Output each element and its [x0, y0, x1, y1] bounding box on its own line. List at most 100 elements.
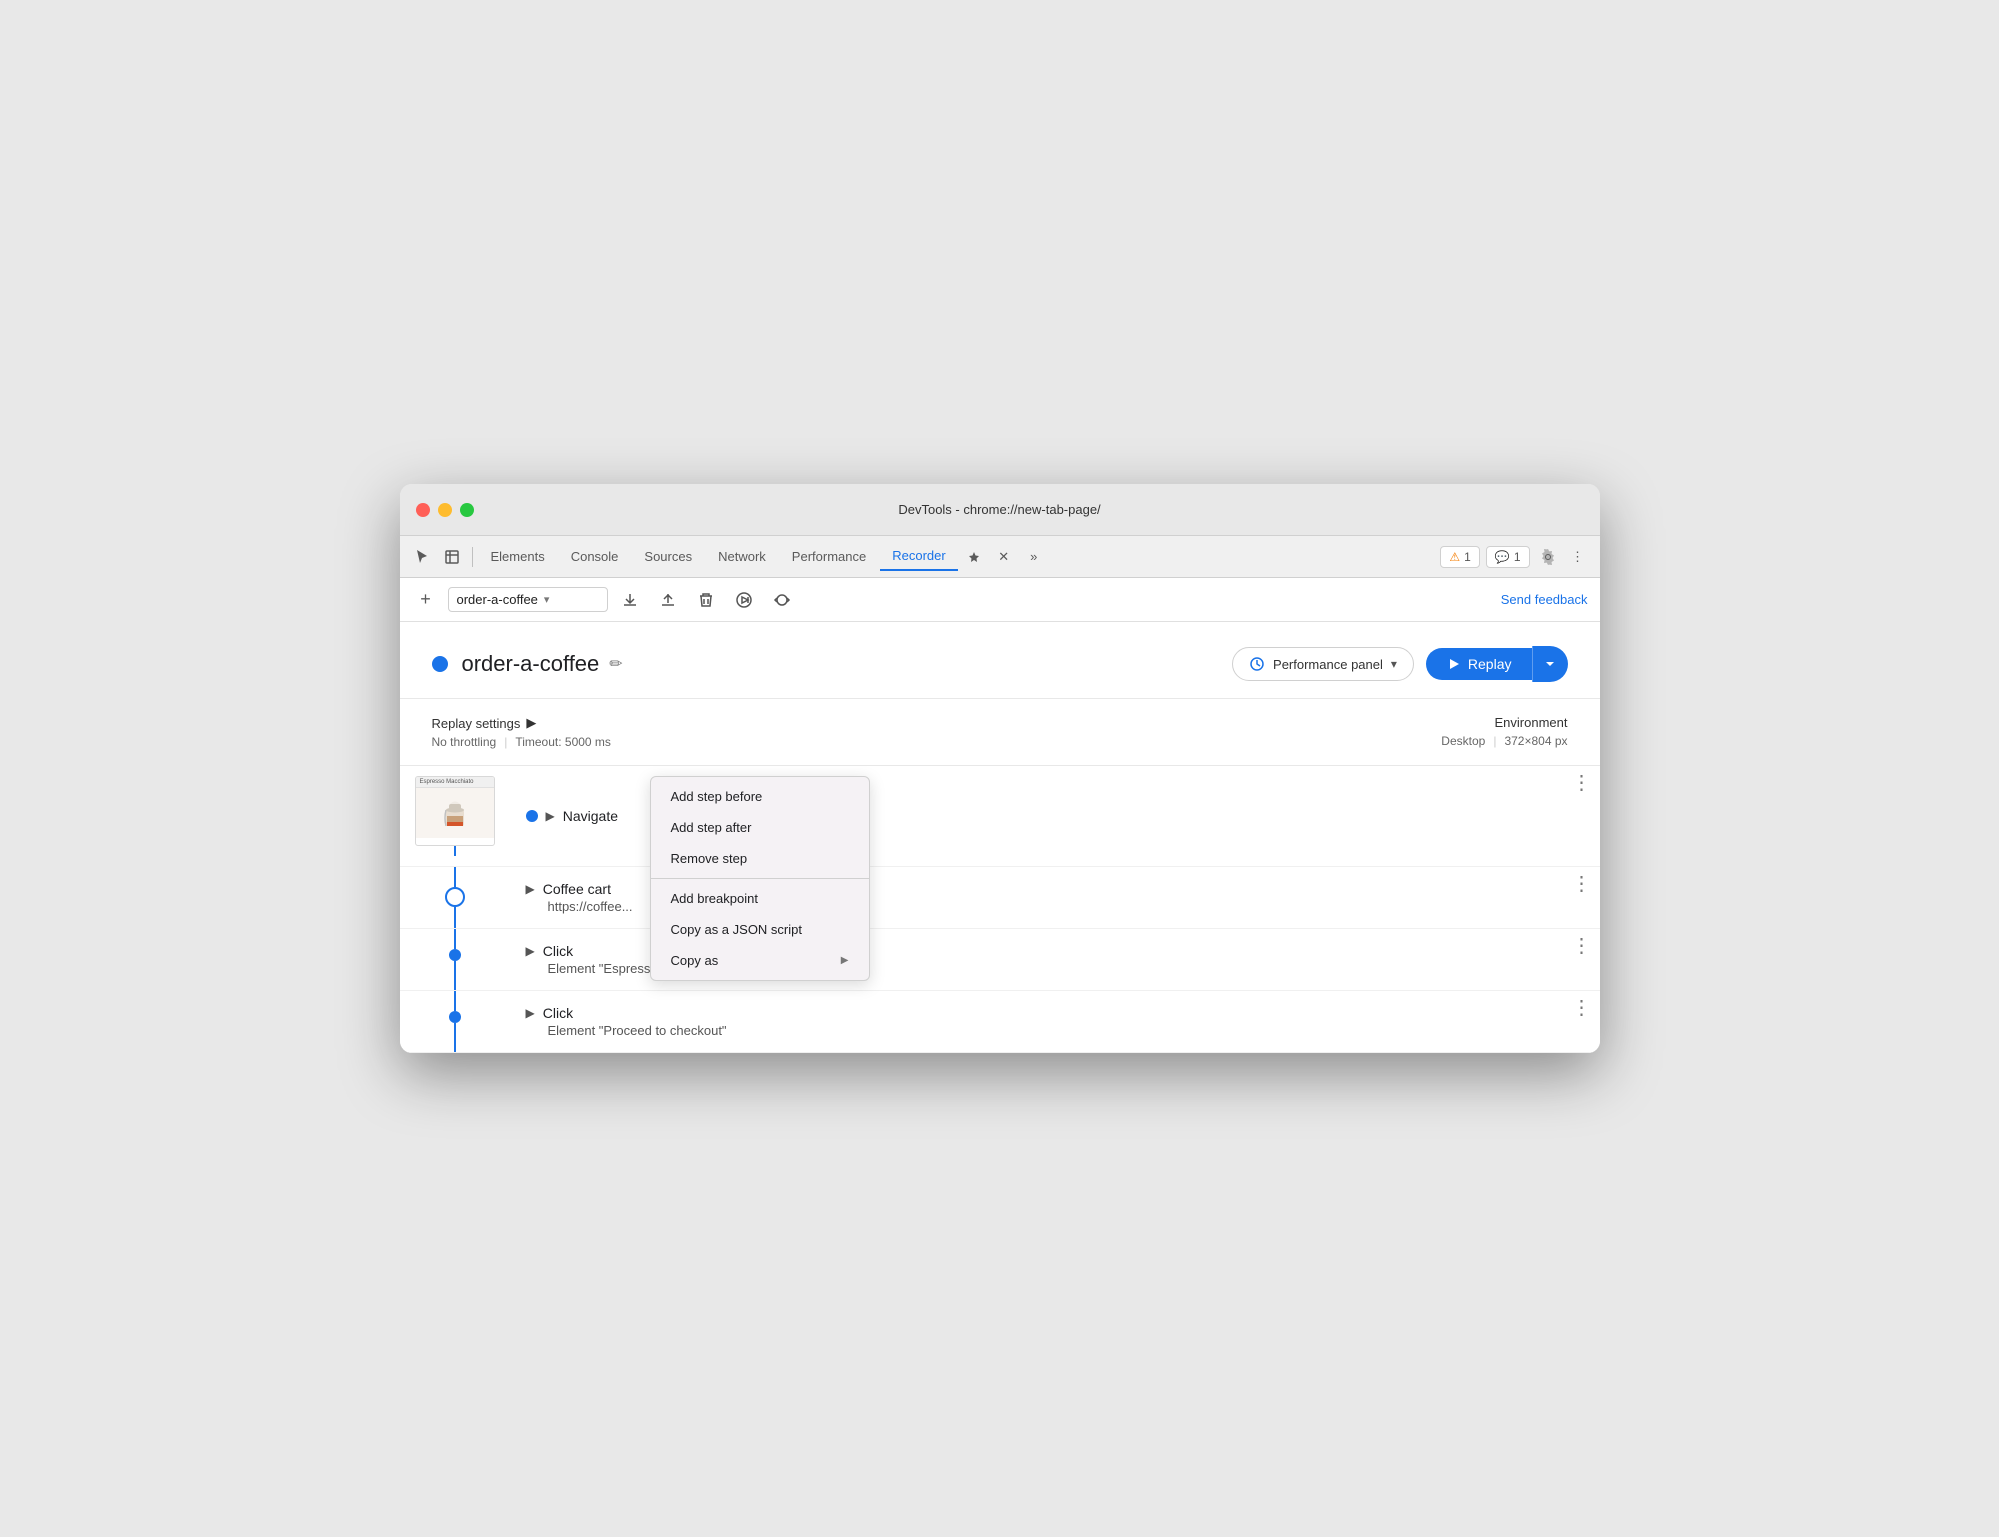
tab-recorder[interactable]: Recorder — [880, 542, 957, 571]
loop-icon[interactable] — [768, 586, 796, 614]
timeout-value: Timeout: 5000 ms — [515, 735, 611, 749]
navigate-thumbnail-col: Espresso Macchiato — [400, 766, 510, 866]
environment-details: Desktop | 372×804 px — [1441, 734, 1567, 748]
replay-button[interactable]: Replay — [1426, 648, 1532, 680]
navigate-content: ▶ Navigate Add step before Add step afte… — [510, 766, 1564, 866]
click-espresso-expand[interactable]: ▶ — [526, 944, 535, 958]
perf-panel-label: Performance panel — [1273, 657, 1383, 672]
replay-settings-toggle[interactable]: Replay settings ▶ — [432, 715, 1442, 731]
close-tab-icon[interactable]: ✕ — [990, 543, 1018, 571]
replay-settings-left: Replay settings ▶ No throttling | Timeou… — [432, 715, 1442, 749]
minimize-button[interactable] — [438, 503, 452, 517]
click-checkout-more[interactable]: ⋮ — [1564, 991, 1600, 1052]
recording-status-dot — [432, 656, 448, 672]
delete-icon[interactable] — [692, 586, 720, 614]
step-navigate: Espresso Macchiato — [400, 766, 1600, 867]
tab-elements[interactable]: Elements — [479, 543, 557, 570]
more-tabs-icon[interactable]: » — [1020, 543, 1048, 571]
step-context-menu: Add step before Add step after Remove st… — [650, 776, 870, 981]
click-checkout-content: ▶ Click Element "Proceed to checkout" — [510, 991, 1564, 1052]
recorder-pin-icon[interactable] — [960, 543, 988, 571]
replay-dropdown-button[interactable] — [1532, 646, 1568, 682]
timeline-top-line — [454, 867, 456, 887]
header-actions: Performance panel ▾ Replay — [1232, 646, 1567, 682]
warning-badge[interactable]: ⚠ 1 — [1440, 546, 1479, 568]
coffee-cart-dot — [445, 887, 465, 907]
performance-panel-button[interactable]: Performance panel ▾ — [1232, 647, 1414, 681]
coffee-cart-expand[interactable]: ▶ — [526, 882, 535, 896]
navigate-step-name: Navigate — [563, 808, 618, 824]
send-feedback-link[interactable]: Send feedback — [1501, 592, 1588, 607]
context-copy-as[interactable]: Copy as — [651, 945, 869, 976]
chat-badge[interactable]: 💬 1 — [1486, 546, 1530, 568]
step-click-espresso: ▶ Click Element "Espresso Macchiato" ⋮ — [400, 929, 1600, 991]
tab-performance[interactable]: Performance — [780, 543, 878, 570]
resolution-value: 372×804 px — [1504, 734, 1567, 748]
environment-label: Environment — [1441, 715, 1567, 730]
current-recording-name: order-a-coffee — [457, 592, 538, 607]
devtools-tab-bar: Elements Console Sources Network Perform… — [400, 536, 1600, 578]
settings-expand-icon: ▶ — [526, 715, 536, 731]
settings-icon[interactable] — [1534, 543, 1562, 571]
step-through-icon[interactable] — [730, 586, 758, 614]
settings-details: No throttling | Timeout: 5000 ms — [432, 735, 1442, 749]
edit-title-icon[interactable]: ✏ — [609, 654, 622, 674]
warning-icon: ⚠ — [1449, 550, 1460, 564]
recording-name-selector[interactable]: order-a-coffee ▾ — [448, 587, 608, 612]
chat-count: 1 — [1514, 550, 1521, 564]
replay-button-group: Replay — [1426, 646, 1568, 682]
coffee-cart-timeline-col — [400, 867, 510, 928]
replay-label: Replay — [1468, 656, 1512, 672]
recording-title: order-a-coffee — [462, 651, 600, 677]
environment-settings: Environment Desktop | 372×804 px — [1441, 715, 1567, 748]
title-bar: DevTools - chrome://new-tab-page/ — [400, 484, 1600, 536]
tab-divider-1 — [472, 547, 473, 567]
context-menu-sep-1 — [651, 878, 869, 879]
context-copy-json[interactable]: Copy as a JSON script — [651, 914, 869, 945]
tab-network[interactable]: Network — [706, 543, 778, 570]
timeline-connector — [454, 846, 456, 856]
navigate-more-button[interactable]: ⋮ — [1564, 766, 1600, 866]
desktop-value: Desktop — [1441, 734, 1485, 748]
click-checkout-name: Click — [543, 1005, 573, 1021]
cursor-icon[interactable] — [408, 543, 436, 571]
click-checkout-timeline — [400, 991, 510, 1052]
warning-count: 1 — [1464, 550, 1471, 564]
perf-panel-icon — [1249, 656, 1265, 672]
replay-settings-label: Replay settings — [432, 716, 521, 731]
settings-row: Replay settings ▶ No throttling | Timeou… — [400, 699, 1600, 766]
step-click-checkout: ▶ Click Element "Proceed to checkout" ⋮ — [400, 991, 1600, 1053]
close-button[interactable] — [416, 503, 430, 517]
navigate-expand-arrow[interactable]: ▶ — [546, 809, 555, 823]
perf-panel-dropdown-icon: ▾ — [1391, 657, 1397, 671]
navigate-thumbnail: Espresso Macchiato — [415, 776, 495, 846]
step-coffee-cart: ▶ Coffee cart https://coffee... ⋮ — [400, 867, 1600, 929]
timeline-bottom-line — [454, 907, 456, 928]
context-add-after[interactable]: Add step after — [651, 812, 869, 843]
export-icon[interactable] — [616, 586, 644, 614]
more-options-icon[interactable]: ⋮ — [1564, 543, 1592, 571]
maximize-button[interactable] — [460, 503, 474, 517]
inspect-icon[interactable] — [438, 543, 466, 571]
add-recording-button[interactable]: + — [412, 586, 440, 614]
click-espresso-more[interactable]: ⋮ — [1564, 929, 1600, 990]
context-add-before[interactable]: Add step before — [651, 781, 869, 812]
window-title: DevTools - chrome://new-tab-page/ — [898, 502, 1100, 517]
throttling-value: No throttling — [432, 735, 497, 749]
navigate-dot — [526, 810, 538, 822]
coffee-cart-name: Coffee cart — [543, 881, 611, 897]
devtools-window: DevTools - chrome://new-tab-page/ Elemen… — [400, 484, 1600, 1053]
tab-sources[interactable]: Sources — [632, 543, 704, 570]
click-checkout-detail: Element "Proceed to checkout" — [548, 1023, 1556, 1038]
tab-console[interactable]: Console — [559, 543, 631, 570]
click-checkout-expand[interactable]: ▶ — [526, 1006, 535, 1020]
recorder-toolbar: + order-a-coffee ▾ Send feedback — [400, 578, 1600, 622]
coffee-cart-more[interactable]: ⋮ — [1564, 867, 1600, 928]
click-espresso-timeline — [400, 929, 510, 990]
context-add-breakpoint[interactable]: Add breakpoint — [651, 883, 869, 914]
chevron-down-icon: ▾ — [544, 593, 550, 606]
toolbar-actions — [616, 586, 796, 614]
import-icon[interactable] — [654, 586, 682, 614]
context-remove-step[interactable]: Remove step — [651, 843, 869, 874]
click-checkout-dot — [449, 1011, 461, 1023]
